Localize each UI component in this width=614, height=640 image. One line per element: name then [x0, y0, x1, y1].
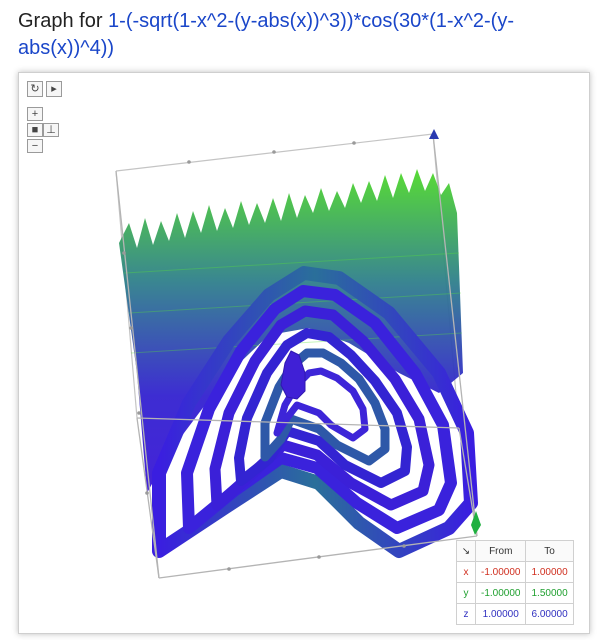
range-row-z: z 1.00000 6.00000 — [456, 603, 574, 625]
refresh-icon: ↻ — [30, 83, 40, 95]
range-to-input[interactable]: 6.00000 — [525, 603, 574, 625]
axes-button[interactable]: ⊥ — [43, 123, 59, 137]
range-table-header: ↘ From To — [456, 540, 574, 562]
range-table: ↘ From To x -1.00000 1.00000 y -1.00000 … — [456, 540, 574, 625]
graph-panel[interactable]: ↻ ▸ + ■ ⊥ − ↘ From To x -1.00000 1.00000… — [18, 72, 590, 634]
range-to-input[interactable]: 1.50000 — [525, 582, 574, 604]
range-row-y: y -1.00000 1.50000 — [456, 582, 574, 604]
range-row-x: x -1.00000 1.00000 — [456, 561, 574, 583]
play-button[interactable]: ▸ — [46, 81, 62, 97]
graph-title: Graph for 1-(-sqrt(1-x^2-(y-abs(x))^3))*… — [18, 8, 608, 62]
reset-view-button[interactable]: ↻ — [27, 81, 43, 97]
axis-label: z — [456, 603, 476, 625]
zoom-in-button[interactable]: + — [27, 107, 43, 121]
range-from-input[interactable]: 1.00000 — [474, 603, 527, 625]
title-prefix: Graph for — [18, 10, 109, 32]
from-header: From — [474, 540, 527, 562]
axis-label: x — [456, 561, 476, 583]
to-header: To — [525, 540, 574, 562]
axis-label: y — [456, 582, 476, 604]
camera-button[interactable]: ■ — [27, 123, 43, 137]
zoom-out-button[interactable]: − — [27, 139, 43, 153]
play-icon: ▸ — [51, 83, 57, 95]
arrow-icon: ↘ — [456, 540, 476, 562]
range-from-input[interactable]: -1.00000 — [474, 561, 527, 583]
axes-icon: ⊥ — [46, 124, 56, 136]
y-axis-handle-icon[interactable] — [471, 511, 481, 535]
range-to-input[interactable]: 1.00000 — [525, 561, 574, 583]
camera-icon: ■ — [31, 124, 39, 136]
range-from-input[interactable]: -1.00000 — [474, 582, 527, 604]
